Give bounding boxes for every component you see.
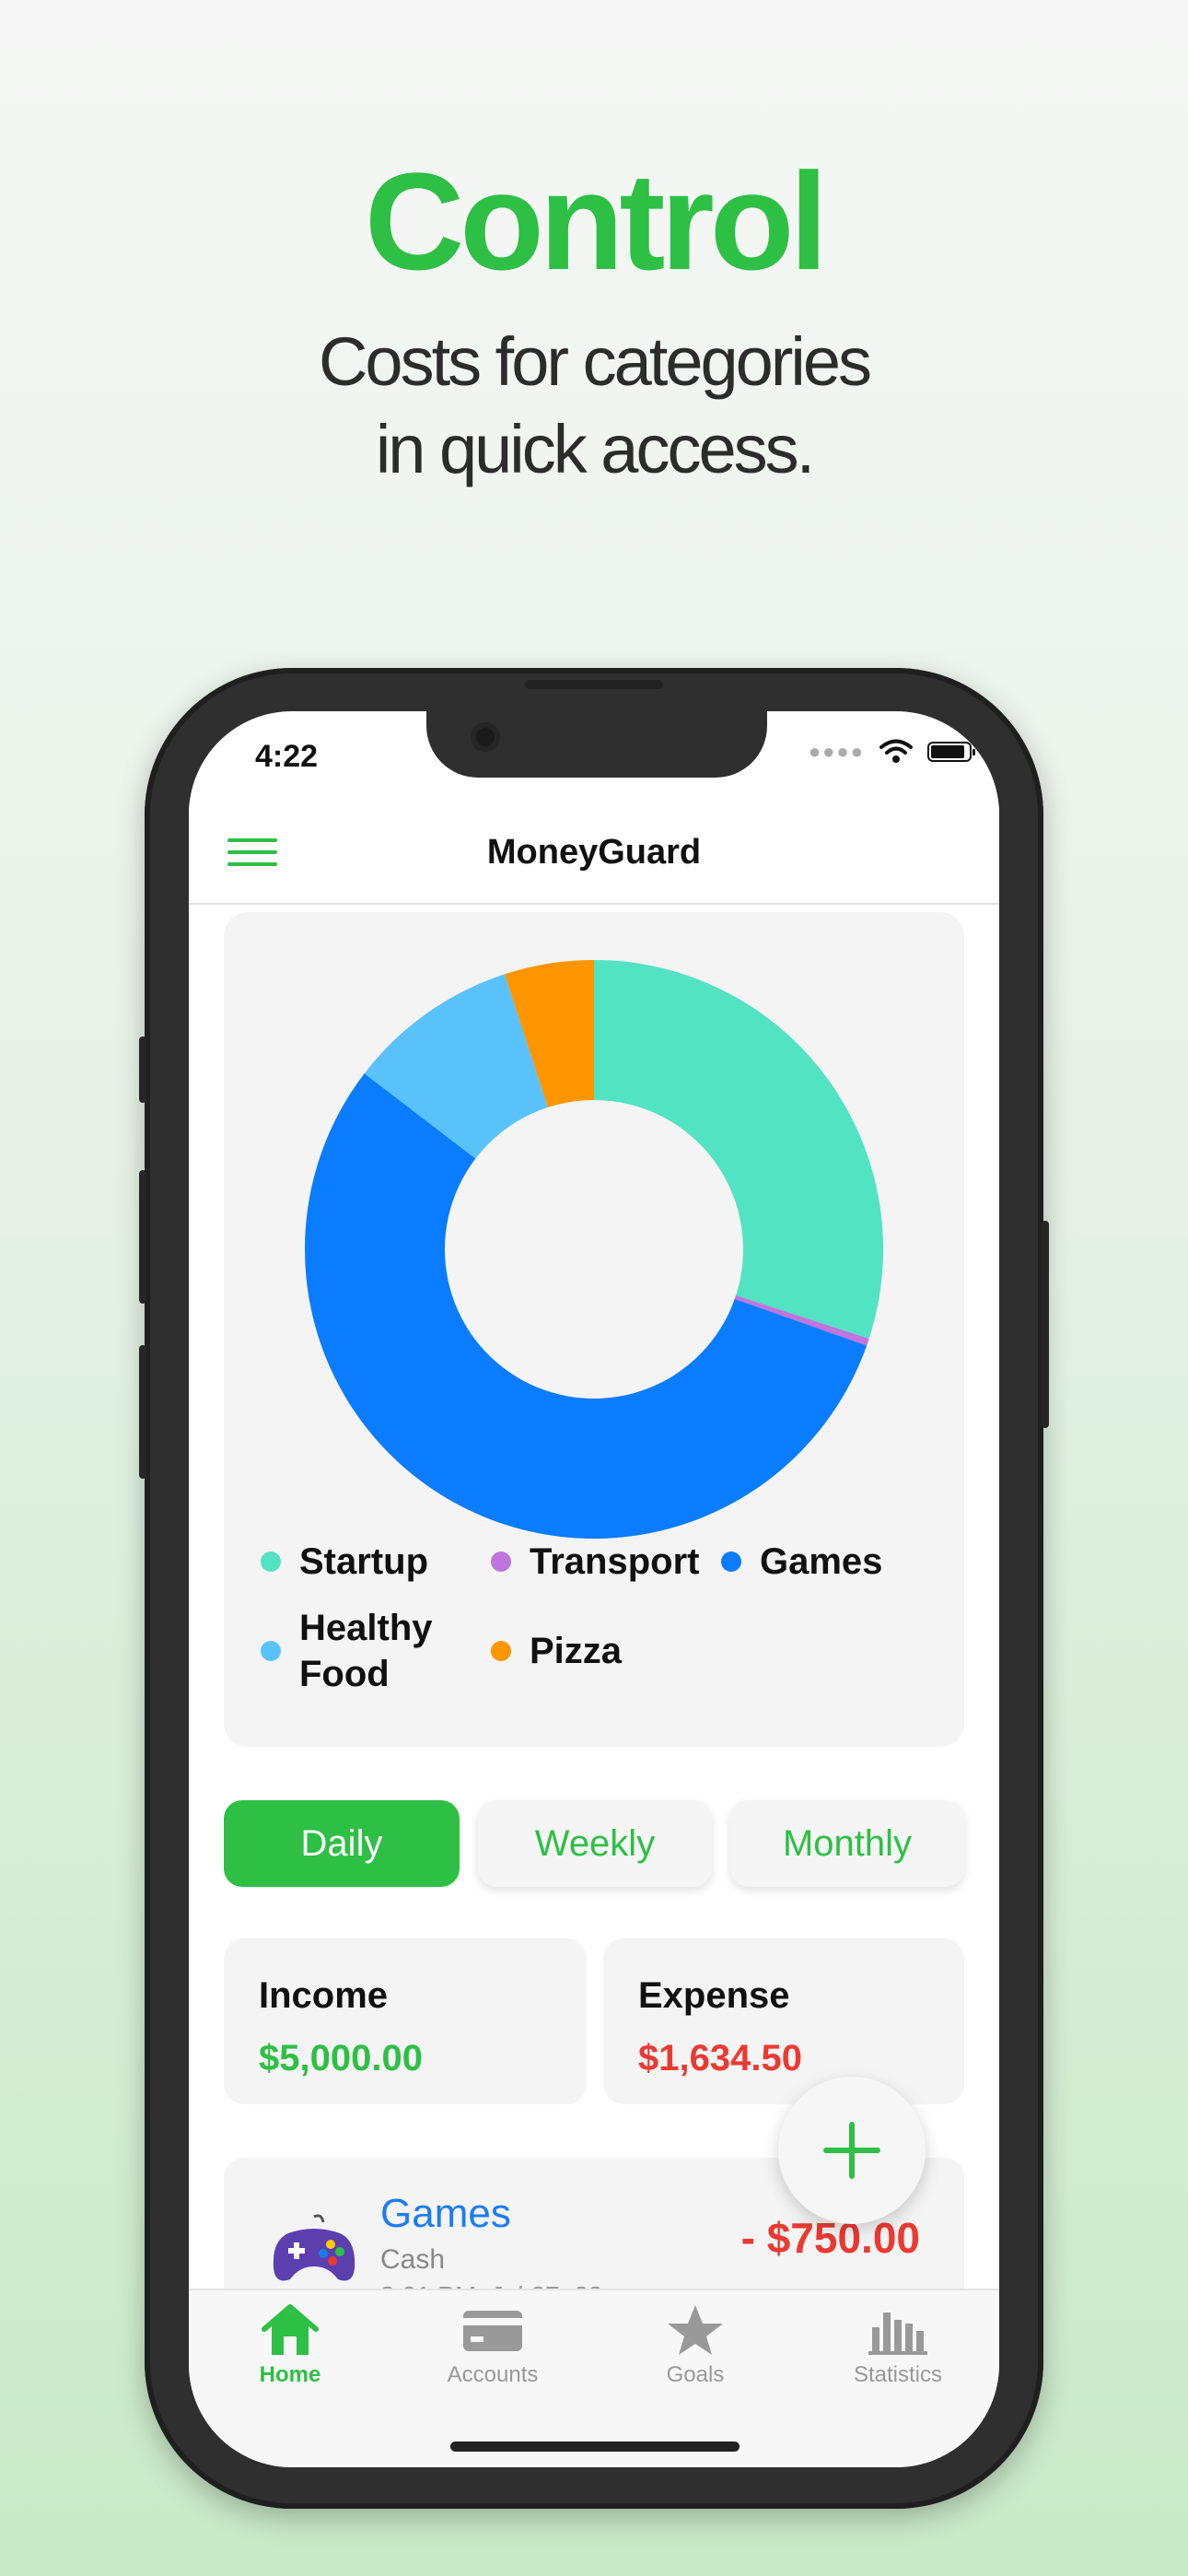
tab-accounts-label: Accounts	[447, 2362, 539, 2387]
legend-label-transport: Transport	[530, 1541, 700, 1582]
tab-home-label: Home	[259, 2362, 321, 2387]
signal-icon: ●●●●	[808, 740, 865, 763]
transaction-account: Cash	[380, 2244, 446, 2275]
legend-label-healthy-food-line-1: Healthy	[299, 1608, 433, 1648]
expense-label: Expense	[638, 1975, 790, 2016]
star-icon	[668, 2305, 723, 2355]
legend-dot-games	[721, 1551, 741, 1572]
legend-label-startup: Startup	[299, 1541, 428, 1582]
tab-home[interactable]: Home	[216, 2303, 364, 2388]
income-card[interactable]: Income $5,000.00	[224, 1938, 587, 2104]
credit-card-icon	[463, 2311, 522, 2351]
tab-accounts[interactable]: Accounts	[419, 2303, 566, 2388]
navbar: MoneyGuard	[189, 803, 999, 905]
period-daily-button[interactable]: Daily	[224, 1800, 460, 1887]
legend-label-healthy-food: Healthy Food	[299, 1605, 433, 1697]
plus-icon	[823, 2122, 880, 2179]
home-indicator	[450, 2441, 740, 2452]
tab-goals[interactable]: Goals	[622, 2303, 769, 2388]
legend-label-games: Games	[760, 1541, 883, 1582]
phone-side-button-volume-up	[139, 1170, 146, 1304]
legend-label-pizza: Pizza	[530, 1631, 623, 1671]
wifi-icon	[879, 739, 913, 763]
category-chart-card: Startup Transport Games Healthy Food Piz…	[224, 912, 964, 1747]
app-title: MoneyGuard	[486, 833, 702, 872]
phone-side-button-silent	[139, 1036, 146, 1103]
legend-label-healthy-food-line-2: Food	[299, 1654, 390, 1694]
expense-card[interactable]: Expense $1,634.50	[603, 1938, 964, 2104]
home-icon	[262, 2304, 319, 2355]
tab-statistics[interactable]: Statistics	[824, 2303, 972, 2388]
promo-headline: Control	[364, 144, 828, 299]
legend-dot-pizza	[491, 1641, 511, 1661]
status-time: 4:22	[255, 739, 319, 774]
legend-item-transport[interactable]: Transport	[491, 1539, 699, 1585]
income-label: Income	[259, 1975, 389, 2016]
tab-goals-label: Goals	[666, 2362, 725, 2387]
tab-bar: Home Accounts Goals Statistics	[189, 2289, 999, 2467]
legend-item-games[interactable]: Games	[721, 1539, 882, 1585]
transaction-category: Games	[380, 2191, 511, 2236]
legend-item-startup[interactable]: Startup	[261, 1539, 428, 1585]
phone-speaker	[525, 680, 663, 689]
legend-dot-startup	[261, 1551, 281, 1572]
legend-dot-healthy-food	[261, 1641, 281, 1661]
battery-icon	[927, 742, 975, 762]
chart-legend: Startup Transport Games Healthy Food Piz…	[224, 912, 964, 1747]
expense-value: $1,634.50	[638, 2038, 802, 2078]
bar-chart-icon	[868, 2313, 927, 2355]
legend-item-healthy-food[interactable]: Healthy Food	[261, 1605, 433, 1697]
period-weekly-button[interactable]: Weekly	[478, 1800, 712, 1887]
legend-item-pizza[interactable]: Pizza	[491, 1628, 622, 1674]
phone-side-button-power	[1042, 1221, 1049, 1428]
add-transaction-button[interactable]	[778, 2077, 926, 2224]
tab-statistics-label: Statistics	[853, 2362, 943, 2387]
phone-side-button-volume-down	[139, 1345, 146, 1479]
phone-screen: 4:22 ●●●● MoneyGuard Startup Transport G…	[189, 711, 999, 2467]
period-monthly-button[interactable]: Monthly	[730, 1800, 964, 1887]
promo-subline: Costs for categories in quick access.	[0, 318, 1188, 493]
camera-icon	[471, 722, 500, 752]
gamepad-icon	[273, 2214, 355, 2281]
notch	[426, 711, 767, 778]
legend-dot-transport	[491, 1551, 511, 1572]
income-value: $5,000.00	[259, 2038, 423, 2078]
promo-subline-line-1: Costs for categories	[318, 323, 872, 400]
promo-subline-line-2: in quick access.	[375, 411, 815, 487]
status-icons: ●●●●	[808, 739, 975, 765]
